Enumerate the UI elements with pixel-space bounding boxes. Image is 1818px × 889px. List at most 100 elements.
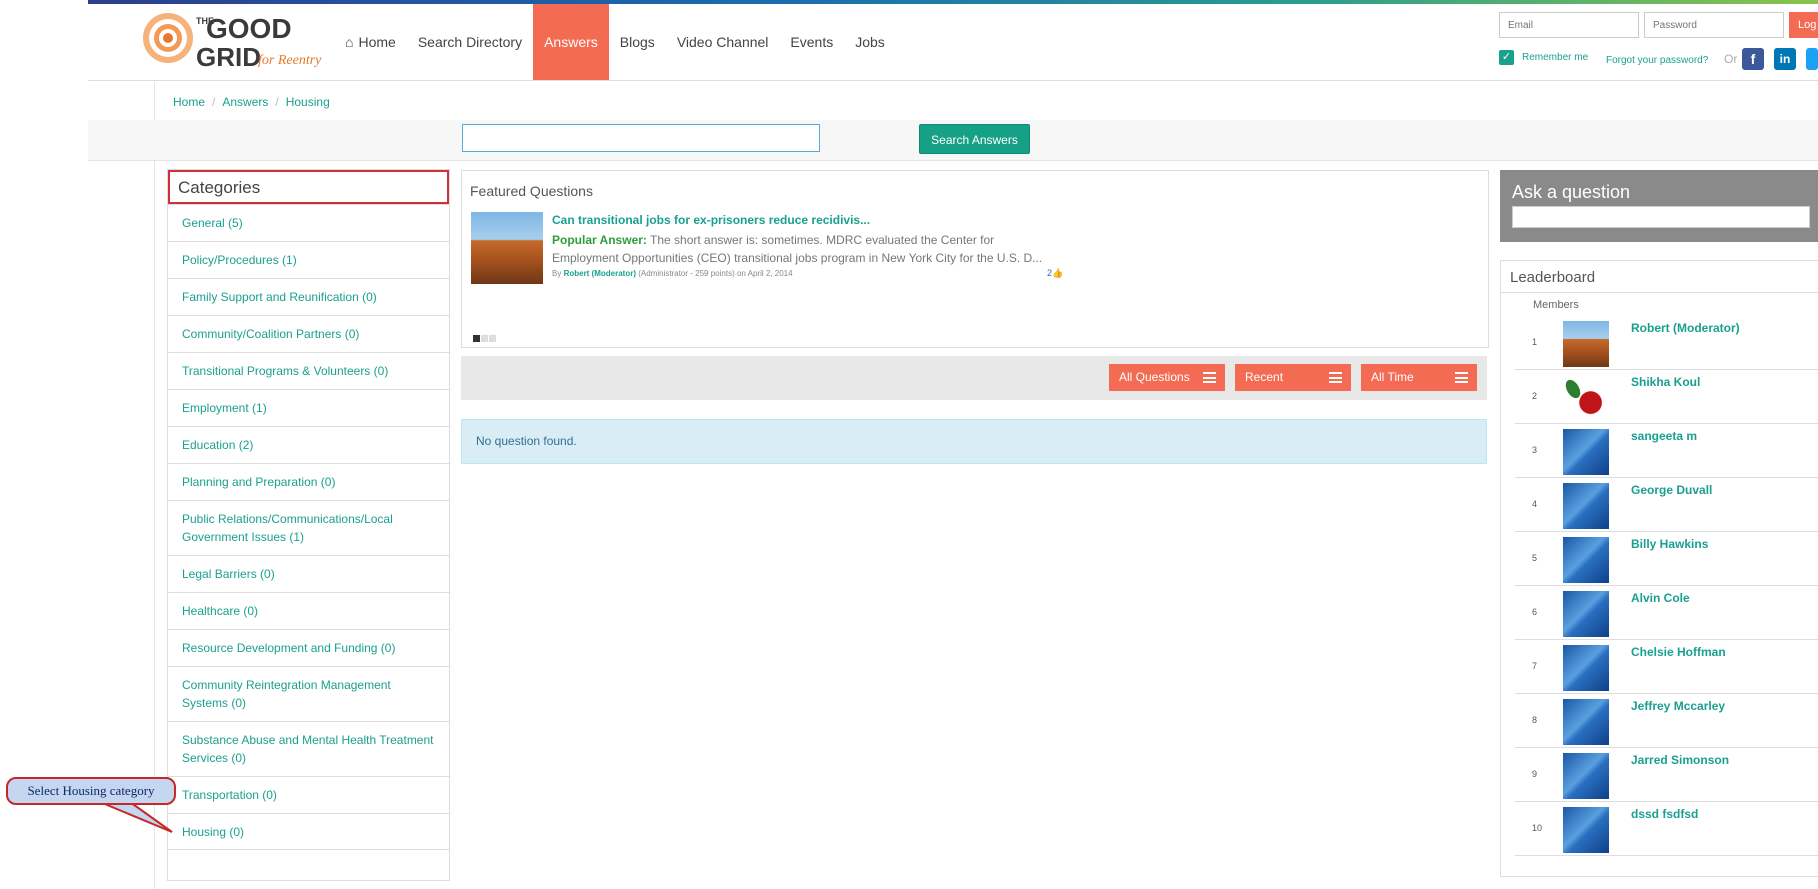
recent-dropdown[interactable]: Recent (1235, 364, 1351, 391)
leaderboard-rank: 3 (1532, 445, 1538, 455)
leaderboard-member-link[interactable]: Billy Hawkins (1631, 537, 1708, 551)
avatar[interactable] (1563, 807, 1609, 853)
search-input[interactable] (462, 124, 820, 152)
category-item-community-partners[interactable]: Community/Coalition Partners (0) (168, 315, 449, 352)
category-item-housing[interactable]: Housing (0) (168, 813, 449, 850)
leaderboard-row: 7 Chelsie Hoffman (1515, 639, 1818, 694)
category-item-general[interactable]: General (5) (168, 204, 449, 241)
category-item-public-relations[interactable]: Public Relations/Communications/Local Go… (168, 500, 449, 555)
nav-answers[interactable]: Answers (533, 4, 609, 80)
carousel-dots (473, 329, 497, 347)
nav-jobs[interactable]: Jobs (844, 4, 896, 80)
checkbox-checked-icon[interactable]: ✓ (1499, 50, 1514, 65)
leaderboard-row: 8 Jeffrey Mccarley (1515, 693, 1818, 748)
left-ruler (0, 540, 5, 840)
category-item-resource-development[interactable]: Resource Development and Funding (0) (168, 629, 449, 666)
all-time-dropdown[interactable]: All Time (1361, 364, 1477, 391)
all-questions-dropdown[interactable]: All Questions (1109, 364, 1225, 391)
members-label: Members (1533, 299, 1579, 311)
linkedin-icon[interactable]: in (1774, 48, 1796, 70)
avatar[interactable] (1563, 321, 1609, 367)
leaderboard-row: 9 Jarred Simonson (1515, 747, 1818, 802)
avatar[interactable] (1563, 645, 1609, 691)
carousel-dot[interactable] (481, 335, 488, 342)
no-question-message: No question found. (461, 419, 1487, 464)
category-item-policy[interactable]: Policy/Procedures (1) (168, 241, 449, 278)
site-logo[interactable]: GOOD THE GRID for Reentry (138, 8, 338, 74)
category-item-family-support[interactable]: Family Support and Reunification (0) (168, 278, 449, 315)
home-icon: ⌂ (345, 34, 354, 50)
leaderboard-member-link[interactable]: Shikha Koul (1631, 375, 1700, 389)
avatar[interactable] (1563, 483, 1609, 529)
ask-question-input[interactable] (1512, 206, 1810, 228)
leaderboard-member-link[interactable]: Jeffrey Mccarley (1631, 699, 1725, 713)
leaderboard-member-link[interactable]: Alvin Cole (1631, 591, 1690, 605)
breadcrumb-home[interactable]: Home (173, 95, 205, 109)
breadcrumb: Home / Answers / Housing (173, 95, 330, 109)
filter-bar: All Questions Recent All Time (461, 356, 1487, 400)
leaderboard-row: 1 Robert (Moderator) (1515, 315, 1818, 370)
leaderboard-rank: 9 (1532, 769, 1538, 779)
main-nav: ⌂ Home Search Directory Answers Blogs Vid… (334, 4, 896, 80)
category-item-planning[interactable]: Planning and Preparation (0) (168, 463, 449, 500)
twitter-icon[interactable] (1806, 48, 1818, 70)
avatar[interactable] (1563, 591, 1609, 637)
category-item-employment[interactable]: Employment (1) (168, 389, 449, 426)
avatar[interactable] (1563, 537, 1609, 583)
left-divider (154, 82, 155, 889)
leaderboard-member-link[interactable]: George Duvall (1631, 483, 1712, 497)
featured-title: Featured Questions (470, 183, 593, 199)
svg-text:GOOD: GOOD (206, 13, 292, 44)
breadcrumb-answers[interactable]: Answers (222, 95, 268, 109)
categories-title: Categories (168, 170, 449, 204)
category-item-legal-barriers[interactable]: Legal Barriers (0) (168, 555, 449, 592)
leaderboard-member-link[interactable]: Jarred Simonson (1631, 753, 1729, 767)
forgot-password-link[interactable]: Forgot your password? (1606, 55, 1708, 66)
vote-count[interactable]: 2👍 (1047, 268, 1063, 279)
featured-question-image (471, 212, 543, 284)
leaderboard-rank: 10 (1532, 823, 1543, 833)
leaderboard-rank: 5 (1532, 553, 1538, 563)
category-item-transitional-programs[interactable]: Transitional Programs & Volunteers (0) (168, 352, 449, 389)
leaderboard-panel: Leaderboard Members 1 Robert (Moderator) 2… (1500, 260, 1818, 877)
remember-me[interactable]: ✓ Remember me (1499, 50, 1588, 65)
category-item-healthcare[interactable]: Healthcare (0) (168, 592, 449, 629)
leaderboard-row: 6 Alvin Cole (1515, 585, 1818, 640)
breadcrumb-housing[interactable]: Housing (286, 95, 330, 109)
breadcrumb-separator: / (212, 95, 216, 109)
leaderboard-member-link[interactable]: Robert (Moderator) (1631, 321, 1740, 335)
nav-events[interactable]: Events (779, 4, 844, 80)
category-item-transportation[interactable]: Transportation (0) (168, 776, 449, 813)
leaderboard-row: 10 dssd fsdfsd (1515, 801, 1818, 856)
carousel-dot[interactable] (489, 335, 496, 342)
featured-question-link[interactable]: Can transitional jobs for ex-prisoners r… (552, 213, 870, 227)
author-link[interactable]: Robert (Moderator) (564, 269, 636, 278)
svg-text:GRID: GRID (196, 42, 261, 72)
password-field[interactable] (1644, 12, 1784, 38)
leaderboard-rank: 8 (1532, 715, 1538, 725)
avatar[interactable] (1563, 753, 1609, 799)
avatar[interactable] (1562, 375, 1609, 421)
carousel-dot-active[interactable] (473, 335, 480, 342)
nav-blogs[interactable]: Blogs (609, 4, 666, 80)
breadcrumb-separator: / (275, 95, 279, 109)
facebook-icon[interactable]: f (1742, 48, 1764, 70)
leaderboard-member-link[interactable]: dssd fsdfsd (1631, 807, 1698, 821)
nav-home[interactable]: ⌂ Home (334, 4, 407, 80)
leaderboard-row: 4 George Duvall (1515, 477, 1818, 532)
nav-video-channel[interactable]: Video Channel (666, 4, 780, 80)
search-answers-button[interactable]: Search Answers (919, 124, 1030, 154)
menu-icon (1329, 372, 1342, 383)
category-item-education[interactable]: Education (2) (168, 426, 449, 463)
avatar[interactable] (1563, 429, 1609, 475)
email-field[interactable] (1499, 12, 1639, 38)
category-item-substance-abuse[interactable]: Substance Abuse and Mental Health Treatm… (168, 721, 449, 776)
nav-search-directory[interactable]: Search Directory (407, 4, 533, 80)
leaderboard-rank: 6 (1532, 607, 1538, 617)
avatar[interactable] (1563, 699, 1609, 745)
menu-icon (1203, 372, 1216, 383)
leaderboard-member-link[interactable]: sangeeta m (1631, 429, 1697, 443)
leaderboard-member-link[interactable]: Chelsie Hoffman (1631, 645, 1726, 659)
login-button[interactable]: Log (1789, 12, 1818, 38)
category-item-reintegration-management[interactable]: Community Reintegration Management Syste… (168, 666, 449, 721)
